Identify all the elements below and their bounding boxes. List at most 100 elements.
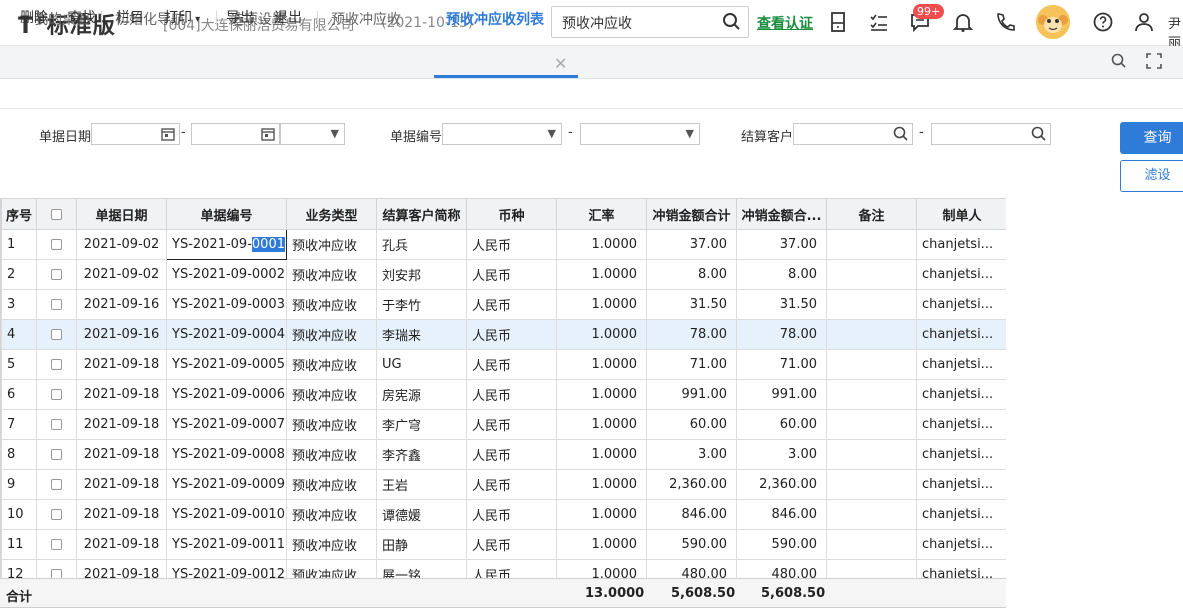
cell-type[interactable]: 预收冲应收 <box>286 499 377 530</box>
cell-remark[interactable] <box>826 349 917 380</box>
cell-creator[interactable]: chanjetsi... <box>916 409 1006 440</box>
exit-button[interactable]: 退出 <box>274 7 302 27</box>
cell-remark[interactable] <box>826 529 917 560</box>
menu-search-input[interactable]: 预收冲应收 <box>551 6 749 38</box>
cell-number[interactable]: YS-2021-09-0002 <box>166 259 287 290</box>
cell-rate[interactable]: 1.0000 <box>556 349 647 380</box>
cell-customer[interactable]: UG <box>376 349 467 380</box>
cell-number[interactable]: YS-2021-09-0001 <box>166 229 287 260</box>
cell-customer[interactable]: 李瑞来 <box>376 319 467 350</box>
cell-number[interactable]: YS-2021-09-0006 <box>166 379 287 410</box>
calendar-icon[interactable] <box>160 126 176 142</box>
cell-rate[interactable]: 1.0000 <box>556 229 647 260</box>
table-row[interactable]: 6 2021-09-18 YS-2021-09-0006 预收冲应收 房宪源 人民币 1.0… <box>1 379 1006 410</box>
customer-from-input[interactable] <box>793 123 913 145</box>
cell-amount[interactable]: 31.50 <box>646 289 737 320</box>
close-icon[interactable]: ✕ <box>554 54 567 73</box>
cell-creator[interactable]: chanjetsi... <box>916 319 1006 350</box>
select-all-checkbox[interactable] <box>51 208 62 220</box>
cell-customer[interactable]: 田静 <box>376 529 467 560</box>
cell-date[interactable]: 2021-09-18 <box>76 529 167 560</box>
cell-currency[interactable]: 人民币 <box>466 259 557 290</box>
cell-date[interactable]: 2021-09-02 <box>76 259 167 290</box>
table-row[interactable]: 1 2021-09-02 YS-2021-09-0001 预收冲应收 孔兵 人民币 1.00… <box>1 229 1006 260</box>
date-period-select[interactable]: ▼ <box>280 123 345 145</box>
find-button[interactable]: 查找 <box>68 7 96 27</box>
cell-amount-2[interactable]: 2,360.00 <box>736 469 827 500</box>
header-col-amount-2[interactable]: 冲销金额合... <box>736 198 827 230</box>
verify-link[interactable]: 查看认证 <box>757 13 813 33</box>
header-col-customer[interactable]: 结算客户简称 <box>376 198 467 230</box>
cell-creator[interactable]: chanjetsi... <box>916 229 1006 260</box>
row-checkbox[interactable] <box>51 269 62 280</box>
table-row[interactable]: 12 2021-09-18 YS-2021-09-0012 预收冲应收 展一铭 人民币 1.… <box>1 559 1006 578</box>
cell-number[interactable]: YS-2021-09-0008 <box>166 439 287 470</box>
cell-customer[interactable]: 房宪源 <box>376 379 467 410</box>
row-select-cell[interactable] <box>36 439 77 470</box>
cell-amount[interactable]: 3.00 <box>646 439 737 470</box>
cell-rate[interactable]: 1.0000 <box>556 439 647 470</box>
cell-creator[interactable]: chanjetsi... <box>916 289 1006 320</box>
cell-currency[interactable]: 人民币 <box>466 529 557 560</box>
table-row[interactable]: 11 2021-09-18 YS-2021-09-0011 预收冲应收 田静 人民币 1.0… <box>1 529 1006 560</box>
calendar-icon[interactable] <box>260 126 276 142</box>
cell-rate[interactable]: 1.0000 <box>556 499 647 530</box>
cell-creator[interactable]: chanjetsi... <box>916 259 1006 290</box>
help-icon[interactable] <box>1092 11 1114 33</box>
row-select-cell[interactable] <box>36 229 77 260</box>
number-from-select[interactable]: ▼ <box>442 123 562 145</box>
cell-number[interactable]: YS-2021-09-0004 <box>166 319 287 350</box>
cell-remark[interactable] <box>826 499 917 530</box>
cell-customer[interactable]: 刘安邦 <box>376 259 467 290</box>
row-select-cell[interactable] <box>36 469 77 500</box>
cell-amount-2[interactable]: 3.00 <box>736 439 827 470</box>
cell-date[interactable]: 2021-09-18 <box>76 499 167 530</box>
cell-date[interactable]: 2021-09-18 <box>76 349 167 380</box>
cell-creator[interactable]: chanjetsi... <box>916 379 1006 410</box>
cell-rate[interactable]: 1.0000 <box>556 529 647 560</box>
row-checkbox[interactable] <box>51 539 62 550</box>
cell-customer[interactable]: 于李竹 <box>376 289 467 320</box>
row-select-cell[interactable] <box>36 319 77 350</box>
cell-amount-2[interactable]: 31.50 <box>736 289 827 320</box>
search-icon[interactable] <box>1030 125 1048 143</box>
cell-currency[interactable]: 人民币 <box>466 439 557 470</box>
table-row[interactable]: 8 2021-09-18 YS-2021-09-0008 预收冲应收 李齐鑫 人民币 1.0… <box>1 439 1006 470</box>
cell-amount-2[interactable]: 480.00 <box>736 559 827 578</box>
cell-amount[interactable]: 2,360.00 <box>646 469 737 500</box>
cell-creator[interactable]: chanjetsi... <box>916 559 1006 578</box>
cell-currency[interactable]: 人民币 <box>466 319 557 350</box>
cell-currency[interactable]: 人民币 <box>466 349 557 380</box>
row-select-cell[interactable] <box>36 499 77 530</box>
cell-rate[interactable]: 1.0000 <box>556 469 647 500</box>
cell-number[interactable]: YS-2021-09-0010 <box>166 499 287 530</box>
header-col-currency[interactable]: 币种 <box>466 198 557 230</box>
row-select-cell[interactable] <box>36 349 77 380</box>
cell-amount-2[interactable]: 37.00 <box>736 229 827 260</box>
cell-amount[interactable]: 8.00 <box>646 259 737 290</box>
cell-date[interactable]: 2021-09-18 <box>76 409 167 440</box>
cell-remark[interactable] <box>826 379 917 410</box>
row-checkbox[interactable] <box>51 389 62 400</box>
cell-amount-2[interactable]: 71.00 <box>736 349 827 380</box>
cell-type[interactable]: 预收冲应收 <box>286 559 377 578</box>
columns-button[interactable]: 栏目 <box>116 7 144 27</box>
cell-customer[interactable]: 王岩 <box>376 469 467 500</box>
cell-date[interactable]: 2021-09-18 <box>76 439 167 470</box>
cell-customer[interactable]: 李齐鑫 <box>376 439 467 470</box>
cell-type[interactable]: 预收冲应收 <box>286 469 377 500</box>
print-button[interactable]: 打印 ▾ <box>164 7 200 27</box>
cell-amount-2[interactable]: 991.00 <box>736 379 827 410</box>
cell-type[interactable]: 预收冲应收 <box>286 319 377 350</box>
avatar[interactable] <box>1036 5 1070 39</box>
row-select-cell[interactable] <box>36 259 77 290</box>
cell-creator[interactable]: chanjetsi... <box>916 469 1006 500</box>
cell-date[interactable]: 2021-09-18 <box>76 379 167 410</box>
cell-amount[interactable]: 60.00 <box>646 409 737 440</box>
header-col-index[interactable]: 序号 <box>1 198 37 230</box>
header-col-select[interactable] <box>36 198 77 230</box>
cell-type[interactable]: 预收冲应收 <box>286 229 377 260</box>
cell-date[interactable]: 2021-09-18 <box>76 559 167 578</box>
cell-customer[interactable]: 展一铭 <box>376 559 467 578</box>
cell-amount[interactable]: 71.00 <box>646 349 737 380</box>
